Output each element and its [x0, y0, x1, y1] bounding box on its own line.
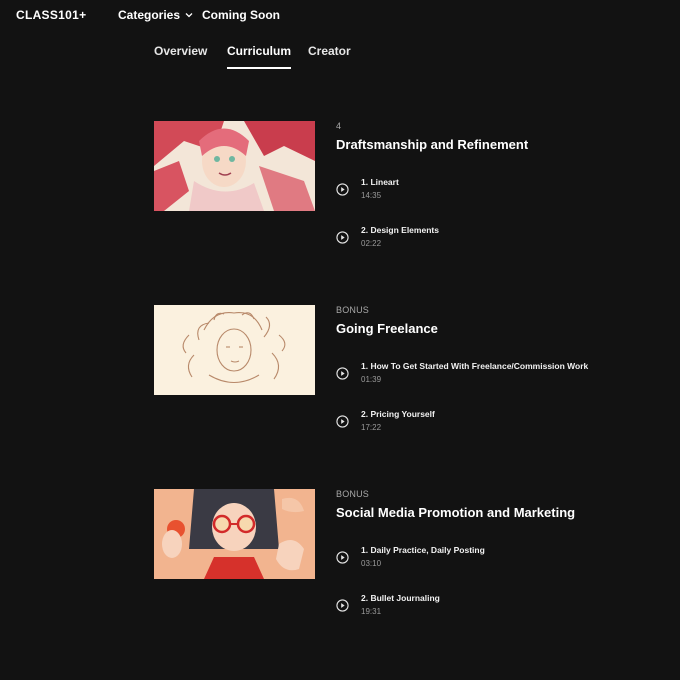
tab-overview[interactable]: Overview [154, 44, 207, 58]
coming-soon-link[interactable]: Coming Soon [202, 8, 280, 22]
top-navigation-bar: CLASS101+ Categories Coming Soon [0, 0, 680, 32]
chapter-label: BONUS [336, 305, 370, 315]
chapter-title: Going Freelance [336, 321, 438, 336]
lesson-duration: 17:22 [361, 423, 382, 432]
lesson-item[interactable]: 1. Lineart 14:35 [336, 177, 636, 205]
curriculum-section: BONUS Going Freelance 1. How To Get Star… [154, 305, 634, 445]
chapter-label: BONUS [336, 489, 370, 499]
class101-logo[interactable]: CLASS101+ [16, 8, 86, 22]
section-thumbnail[interactable] [154, 305, 315, 395]
lesson-title: 1. Daily Practice, Daily Posting [361, 545, 485, 555]
play-icon [336, 415, 349, 428]
tab-creator[interactable]: Creator [308, 44, 351, 58]
thumbnail-illustration-red-hair-character [154, 121, 315, 211]
chevron-down-icon [185, 13, 193, 18]
thumbnail-illustration-glasses-character [154, 489, 315, 579]
play-icon [336, 231, 349, 244]
thumbnail-illustration-sketch-character [154, 305, 315, 395]
curriculum-section: 4 Draftsmanship and Refinement 1. Linear… [154, 121, 634, 261]
lesson-title: 2. Pricing Yourself [361, 409, 435, 419]
lesson-title: 1. How To Get Started With Freelance/Com… [361, 361, 589, 371]
tab-curriculum[interactable]: Curriculum [227, 44, 291, 58]
curriculum-page: CLASS101+ Categories Coming Soon Overvie… [0, 0, 680, 680]
lesson-duration: 01:39 [361, 375, 382, 384]
lesson-item[interactable]: 2. Pricing Yourself 17:22 [336, 409, 636, 437]
play-icon [336, 599, 349, 612]
lesson-item[interactable]: 1. How To Get Started With Freelance/Com… [336, 361, 636, 389]
lesson-title: 1. Lineart [361, 177, 399, 187]
lesson-title: 2. Bullet Journaling [361, 593, 440, 603]
categories-menu[interactable]: Categories [118, 8, 194, 22]
chapter-title: Social Media Promotion and Marketing [336, 505, 576, 520]
chapter-title: Draftsmanship and Refinement [336, 137, 529, 152]
curriculum-section: BONUS Social Media Promotion and Marketi… [154, 489, 634, 629]
chapter-label: 4 [336, 121, 342, 131]
lesson-item[interactable]: 2. Bullet Journaling 19:31 [336, 593, 636, 621]
section-thumbnail[interactable] [154, 489, 315, 579]
lesson-duration: 14:35 [361, 191, 382, 200]
section-thumbnail[interactable] [154, 121, 315, 211]
categories-label: Categories [118, 8, 181, 22]
lesson-duration: 03:10 [361, 559, 382, 568]
active-tab-indicator [227, 67, 291, 69]
play-icon [336, 551, 349, 564]
lesson-item[interactable]: 2. Design Elements 02:22 [336, 225, 636, 253]
play-icon [336, 183, 349, 196]
lesson-duration: 19:31 [361, 607, 382, 616]
play-icon [336, 367, 349, 380]
lesson-duration: 02:22 [361, 239, 382, 248]
lesson-item[interactable]: 1. Daily Practice, Daily Posting 03:10 [336, 545, 636, 573]
lesson-title: 2. Design Elements [361, 225, 439, 235]
